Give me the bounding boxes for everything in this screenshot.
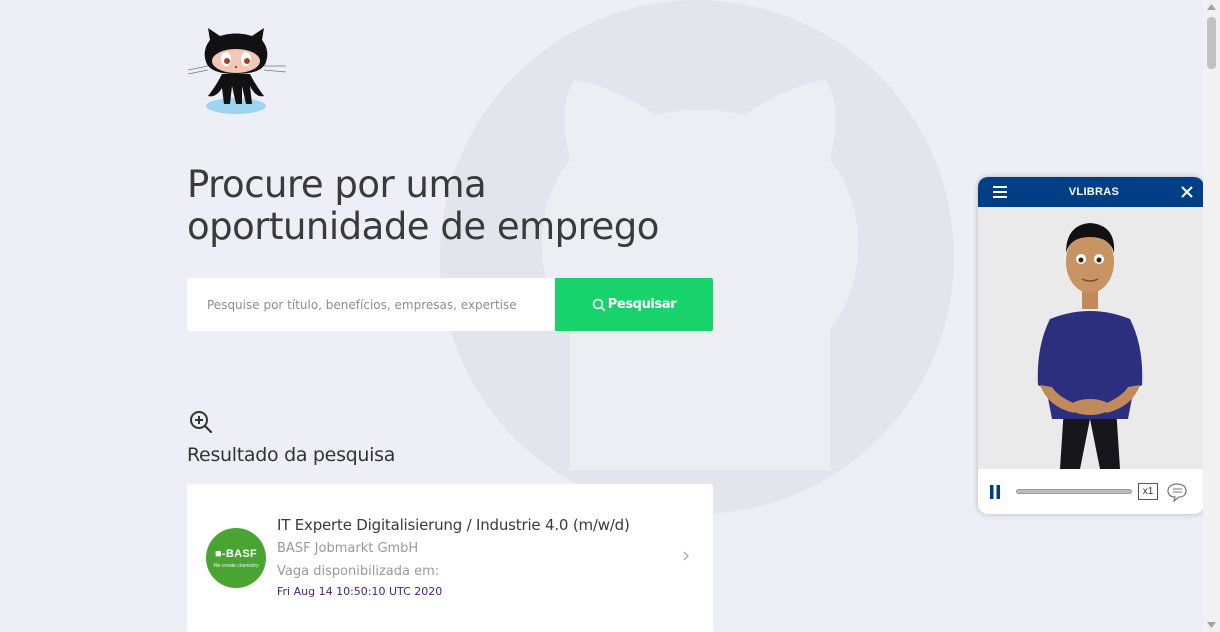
scroll-down-icon[interactable]: [1207, 622, 1216, 628]
scroll-up-icon[interactable]: [1207, 4, 1216, 10]
search-icon: [592, 298, 606, 311]
headline-line-2: oportunidade de emprego: [187, 205, 659, 248]
vlibras-header: VLIBRAS: [978, 177, 1204, 207]
job-card[interactable]: ■-BASF We create chemistry IT Experte Di…: [187, 484, 713, 632]
company-logo: ■-BASF We create chemistry: [206, 528, 266, 588]
job-availability-label: Vaga disponibilizada em:: [277, 564, 440, 579]
company-logo-tagline: We create chemistry: [213, 562, 259, 569]
job-company: BASF Jobmarkt GmbH: [277, 541, 419, 556]
page-title: Procure por uma oportunidade de emprego: [187, 164, 747, 248]
search-button-label: Pesquisar: [607, 297, 677, 312]
pause-icon[interactable]: [988, 484, 1002, 500]
chat-icon[interactable]: [1166, 482, 1188, 502]
search-bar: Pesquisar: [187, 278, 713, 331]
vlibras-widget: VLIBRAS x1: [978, 177, 1204, 514]
page-scrollbar[interactable]: [1203, 0, 1220, 632]
menu-icon[interactable]: [992, 185, 1008, 199]
vlibras-controls: x1: [978, 469, 1204, 514]
job-title: IT Experte Digitalisierung / Industrie 4…: [277, 516, 630, 534]
background-octocat-watermark: [440, 0, 954, 514]
headline-line-1: Procure por uma: [187, 163, 487, 206]
job-date: Fri Aug 14 10:50:10 UTC 2020: [277, 585, 443, 598]
vlibras-avatar: [978, 207, 1204, 469]
chevron-right-icon[interactable]: [681, 548, 691, 564]
octocat-logo: [187, 28, 287, 114]
search-button[interactable]: Pesquisar: [555, 278, 713, 331]
vlibras-progress-bar[interactable]: [1016, 489, 1132, 494]
scroll-thumb[interactable]: [1207, 17, 1216, 69]
zoom-in-icon: [190, 411, 213, 434]
results-title: Resultado da pesquisa: [187, 444, 396, 466]
company-logo-text: BASF: [225, 547, 258, 560]
vlibras-title: VLIBRAS: [1068, 186, 1120, 198]
close-icon[interactable]: [1180, 185, 1194, 199]
basf-square-icon: ■-: [214, 547, 226, 560]
search-input[interactable]: [187, 278, 555, 331]
vlibras-speed-button[interactable]: x1: [1138, 483, 1158, 500]
